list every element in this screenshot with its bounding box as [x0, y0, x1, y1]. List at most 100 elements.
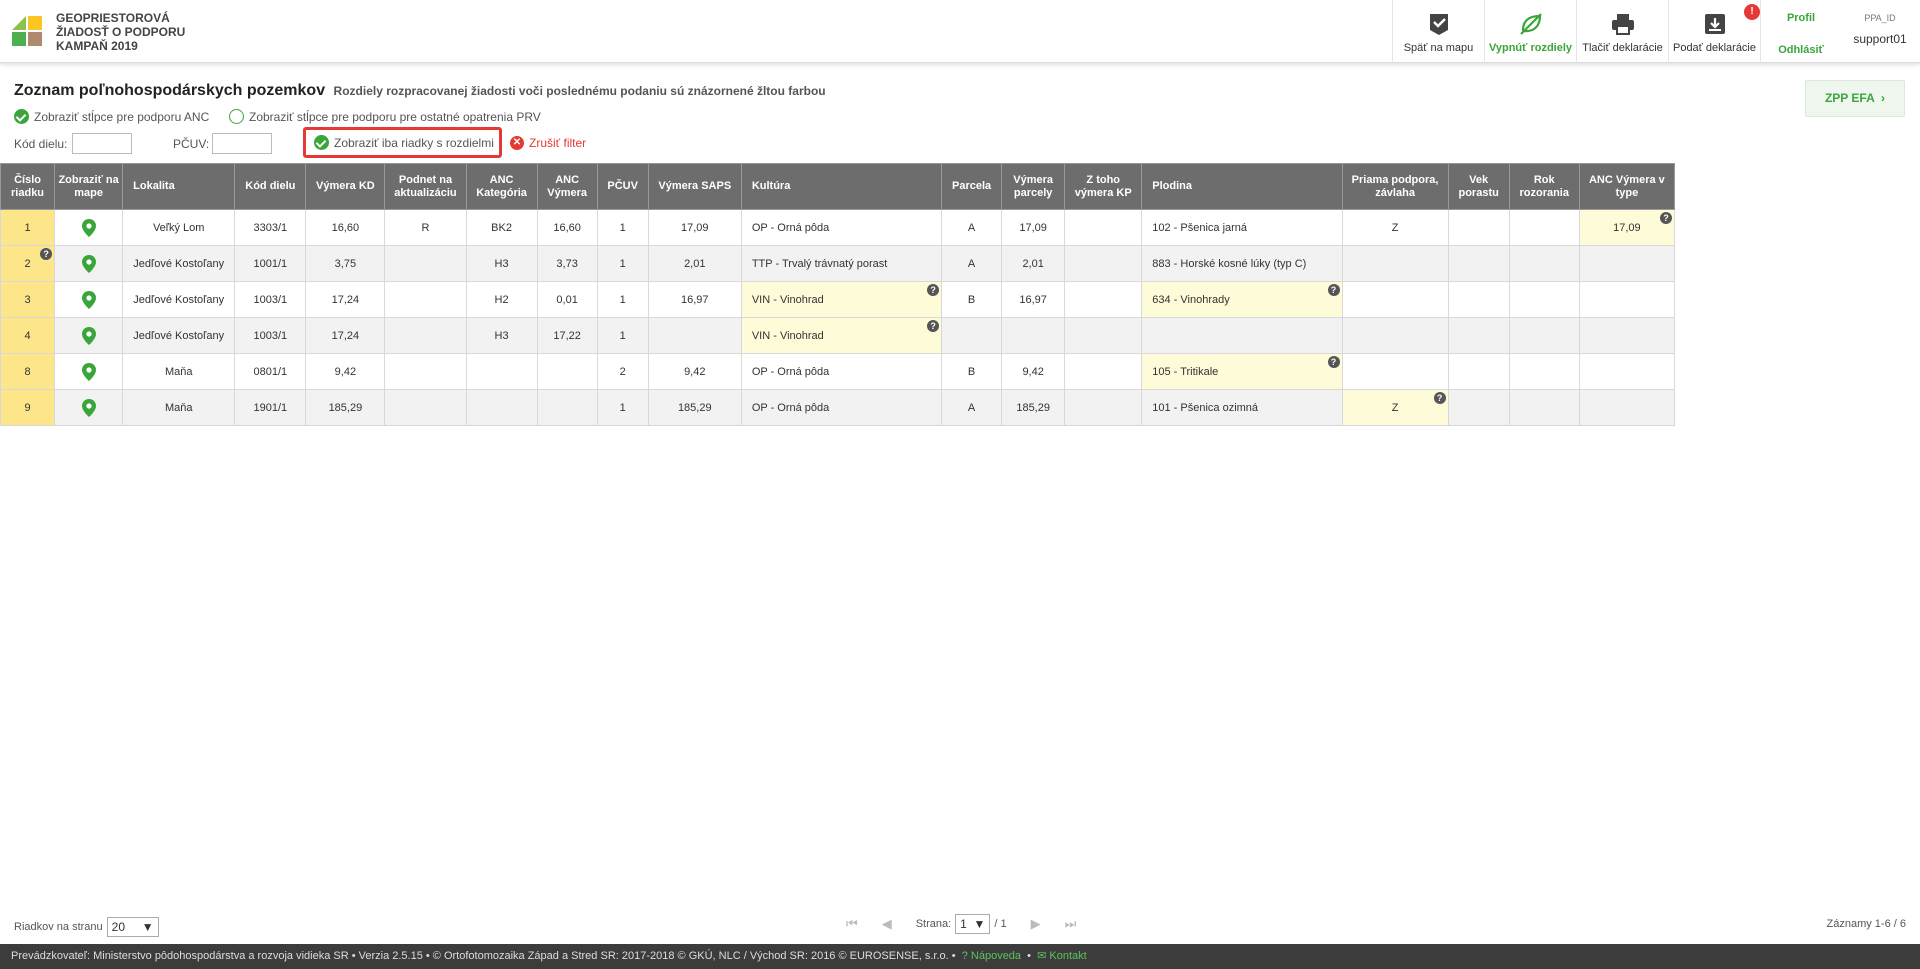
- show-on-map-cell[interactable]: [54, 209, 124, 246]
- last-page-icon[interactable]: ⏭: [1065, 916, 1077, 932]
- app-title-line-3: KAMPAŇ 2019: [56, 39, 138, 53]
- cell-value: 17,09: [1613, 221, 1641, 234]
- col-header[interactable]: PČUV: [596, 163, 649, 210]
- map-pin-icon[interactable]: [81, 290, 96, 309]
- only-differences-toggle[interactable]: Zobraziť iba riadky s rozdielmi: [303, 127, 502, 158]
- table-cell: Z?: [1341, 389, 1449, 426]
- map-pin-icon[interactable]: [81, 398, 96, 417]
- option-anc-columns[interactable]: Zobraziť stĺpce pre podporu ANC: [14, 109, 209, 124]
- table-row[interactable]: 1 Veľký Lom 3303/1 16,60 R BK2 16,60 1 17,09 OP -…: [0, 209, 1676, 246]
- col-header[interactable]: Podnet na aktualizáciu: [384, 163, 467, 210]
- table-row[interactable]: 9 Maňa 1901/1 185,29 1 185,29 OP - Orná pôda A 1…: [0, 389, 1676, 426]
- col-header[interactable]: Kultúra: [740, 163, 943, 210]
- empty-circle-icon: [229, 109, 244, 124]
- table-cell: [384, 353, 467, 390]
- table-cell: Veľký Lom: [122, 209, 236, 246]
- cell-value: 2,01: [1022, 257, 1044, 270]
- close-circle-icon: ✕: [510, 136, 524, 150]
- show-on-map-cell[interactable]: [54, 389, 124, 426]
- col-header[interactable]: Výmera KD: [305, 163, 386, 210]
- table-row[interactable]: 2? Jedľové Kostoľany 1001/1 3,75 H3 3,73 1 2,01…: [0, 245, 1676, 282]
- col-header[interactable]: ANC Výmera: [536, 163, 598, 210]
- table-cell: 0801/1: [234, 353, 307, 390]
- filter-kod-input[interactable]: [72, 133, 132, 154]
- cell-value: 1: [619, 221, 626, 234]
- help-question-icon[interactable]: ?: [1433, 392, 1446, 404]
- cell-value: 185,29: [328, 401, 363, 414]
- chevron-right-icon: ›: [1877, 91, 1886, 105]
- map-pin-icon[interactable]: [81, 326, 96, 345]
- cancel-filter-button[interactable]: ✕ Zrušiť filter: [510, 136, 586, 150]
- contact-link[interactable]: ✉ Kontakt: [1037, 950, 1087, 962]
- back-to-map-button[interactable]: Späť na mapu: [1392, 0, 1484, 63]
- col-header[interactable]: Číslo riadku: [0, 163, 56, 210]
- show-on-map-cell[interactable]: [54, 245, 124, 282]
- row-number-cell: 9: [0, 389, 56, 426]
- table-cell: 1003/1: [234, 317, 307, 354]
- table-cell: A: [941, 389, 1003, 426]
- map-pin-icon[interactable]: [81, 218, 96, 237]
- cell-value: R: [421, 221, 430, 234]
- show-on-map-cell[interactable]: [54, 281, 124, 318]
- col-header[interactable]: ANC Výmera v type: [1578, 163, 1676, 210]
- cell-value: 2,01: [684, 257, 706, 270]
- filter-kod-label: Kód dielu:: [14, 137, 68, 151]
- table-cell: H3: [465, 317, 538, 354]
- table-cell: [1447, 209, 1510, 246]
- map-pin-icon[interactable]: [81, 254, 96, 273]
- help-question-icon[interactable]: ?: [40, 248, 53, 260]
- col-header[interactable]: ANC Kategória: [465, 163, 538, 210]
- submit-declarations-button[interactable]: Podať deklarácie !: [1668, 0, 1760, 63]
- show-on-map-cell[interactable]: [54, 353, 124, 390]
- help-question-icon[interactable]: ?: [1327, 356, 1340, 368]
- help-question-icon[interactable]: ?: [1660, 212, 1672, 224]
- table-cell: 185,29: [647, 389, 742, 426]
- next-page-icon[interactable]: ▶: [1031, 916, 1041, 932]
- cell-value: 0,01: [556, 293, 578, 306]
- show-on-map-cell[interactable]: [54, 317, 124, 354]
- map-pin-icon[interactable]: [81, 362, 96, 381]
- col-header[interactable]: Priama podpora, závlaha: [1341, 163, 1449, 210]
- toggle-differences-button[interactable]: Vypnúť rozdiely: [1484, 0, 1576, 63]
- option-prv-columns[interactable]: Zobraziť stĺpce pre podporu pre ostatné …: [229, 109, 541, 124]
- col-header[interactable]: Vek porastu: [1447, 163, 1510, 210]
- table-cell: [1578, 353, 1676, 390]
- logout-link[interactable]: Odhlásiť: [1761, 44, 1841, 56]
- print-declarations-label: Tlačiť deklarácie: [1582, 42, 1663, 54]
- cell-value: 9,42: [1022, 365, 1044, 378]
- cell-value: 17,22: [553, 329, 581, 342]
- page-total: / 1: [994, 918, 1007, 930]
- col-header[interactable]: Parcela: [941, 163, 1003, 210]
- page-select[interactable]: 1 ▼: [955, 914, 991, 934]
- print-declarations-button[interactable]: Tlačiť deklarácie: [1576, 0, 1668, 63]
- first-page-icon[interactable]: ⏮: [846, 916, 858, 932]
- table-cell: 102 - Pšenica jarná: [1141, 209, 1343, 246]
- profile-link[interactable]: Profil: [1761, 12, 1841, 24]
- prev-page-icon[interactable]: ◀: [882, 916, 892, 932]
- col-header[interactable]: Lokalita: [122, 163, 236, 210]
- col-header[interactable]: Výmera SAPS: [647, 163, 742, 210]
- col-header[interactable]: Rok rozorania: [1508, 163, 1580, 210]
- help-question-icon[interactable]: ?: [927, 284, 940, 296]
- table-row[interactable]: 4 Jedľové Kostoľany 1003/1 17,24 H3 17,22 1 VIN…: [0, 317, 1676, 354]
- table-cell: [1064, 245, 1143, 282]
- table-cell: [1508, 317, 1580, 354]
- help-question-icon[interactable]: ?: [1327, 284, 1340, 296]
- mail-icon: ✉: [1037, 950, 1047, 962]
- cell-value: Z: [1391, 401, 1399, 414]
- zpp-efa-button[interactable]: ZPP EFA ›: [1805, 80, 1905, 117]
- col-header[interactable]: Plodina: [1141, 163, 1343, 210]
- help-link[interactable]: ? Nápoveda: [959, 950, 1021, 962]
- col-header[interactable]: Výmera parcely: [1001, 163, 1066, 210]
- cell-value: Maňa: [164, 365, 193, 378]
- table-cell: VIN - Vinohrad?: [740, 317, 943, 354]
- help-question-icon[interactable]: ?: [927, 320, 940, 332]
- cell-value: 1001/1: [253, 257, 288, 270]
- rows-per-page-select[interactable]: 20 ▼: [106, 917, 159, 937]
- col-header[interactable]: Z toho výmera KP: [1064, 163, 1143, 210]
- col-header[interactable]: Kód dielu: [234, 163, 307, 210]
- filter-pcuv-input[interactable]: [212, 133, 272, 154]
- table-row[interactable]: 8 Maňa 0801/1 9,42 2 9,42 OP - Orná pôda B 9,42 1…: [0, 353, 1676, 390]
- col-header[interactable]: Zobraziť na mape: [54, 163, 124, 210]
- table-row[interactable]: 3 Jedľové Kostoľany 1003/1 17,24 H2 0,01 1 16,9…: [0, 281, 1676, 318]
